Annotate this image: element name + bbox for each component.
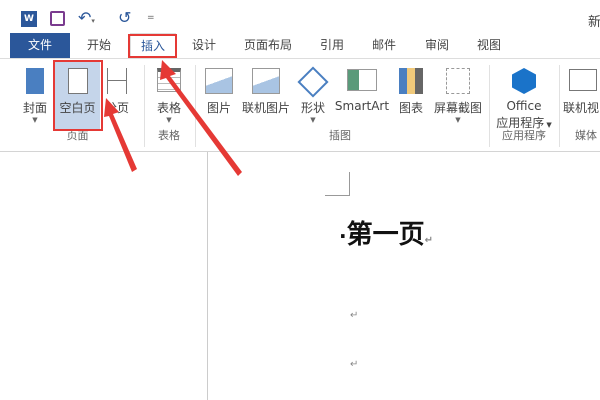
annotation-arrow-blank: [104, 98, 137, 172]
annotation-arrows: [104, 60, 242, 176]
annotation-arrow-insert: [160, 60, 242, 176]
